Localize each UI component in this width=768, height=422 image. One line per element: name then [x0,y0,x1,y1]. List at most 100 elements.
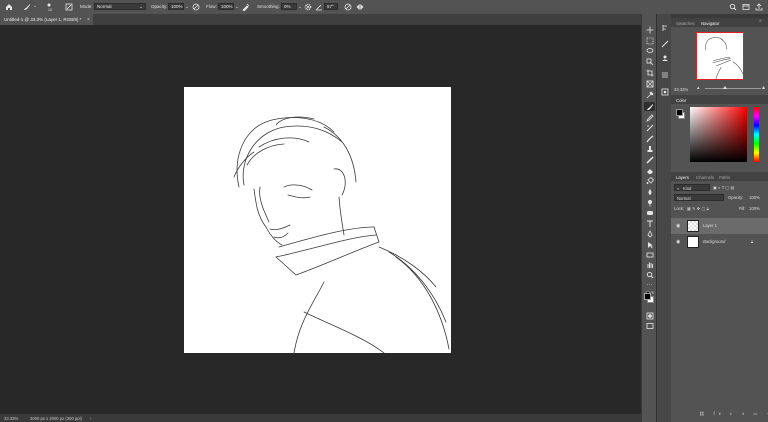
document-canvas[interactable] [184,87,451,354]
history-brush-tool-icon[interactable] [644,123,655,132]
foreground-color-swatch[interactable] [644,293,651,300]
pressure-size-icon[interactable] [343,2,353,12]
lock-icons[interactable]: ▦ ✎ ✥ ▢ 🔒︎ [687,206,709,211]
dodge-tool-icon[interactable] [644,198,655,207]
tab-channels[interactable]: Channels [696,175,714,180]
flow-field[interactable]: 100% [218,3,234,10]
adjustments-panel-icon[interactable] [659,70,670,79]
flow-value: 100% [221,4,233,9]
navigator-zoom-slider[interactable] [705,88,761,89]
chevron-down-icon: ⌄ [139,4,143,9]
sponge-tool-icon[interactable] [644,208,655,217]
layer-filter-select[interactable]: ⌕ Kind [674,184,710,191]
navigator-zoom[interactable]: 33.33% [674,87,688,92]
smoothing-value: 0% [284,4,291,9]
layer-opacity-value[interactable]: 100% [749,195,760,200]
brush-tool-icon[interactable] [22,2,32,12]
blend-mode-select[interactable]: Normal [674,194,724,201]
eye-icon[interactable]: ◉ [676,223,680,229]
panel-menu-icon[interactable]: ≡ [759,18,762,23]
properties-panel-icon[interactable] [659,53,670,62]
symmetry-icon[interactable] [355,2,365,12]
angle-icon[interactable] [314,2,324,12]
foreground-color-swatch[interactable] [676,109,683,116]
quick-mask-icon[interactable] [644,311,655,320]
layer-action-icons[interactable]: ⛓ fx ◐ ◑ ▭ ＋ 🗑︎ [699,411,768,417]
home-icon[interactable] [4,2,14,12]
libraries-panel-icon[interactable] [659,87,670,96]
tab-paths[interactable]: Paths [719,175,730,180]
history-panel-icon[interactable] [659,23,670,32]
layers-footer: ⛓ fx ◐ ◑ ▭ ＋ 🗑︎ [671,409,768,419]
mode-select[interactable]: Normal ⌄ [94,3,146,10]
zoom-in-icon[interactable]: ▴ [762,84,765,91]
healing-brush-tool-icon[interactable] [644,155,655,164]
navigator-panel-tabs: Swatches Navigator ≡ [671,18,768,27]
navigator-view-box[interactable] [696,32,744,80]
color-panel-tabs: Color [671,95,768,104]
layers-panel: ⌕ Kind ▣ ◐ T ▢ ▤ Normal Opacity: 100% Lo… [671,181,768,422]
object-selection-tool-icon[interactable] [644,57,655,66]
sketch-drawing [233,116,450,354]
workspace-icon[interactable] [741,2,751,12]
eye-icon[interactable]: ◉ [676,239,680,245]
fill-value[interactable]: 100% [749,206,760,211]
brush-size-value: 10 [48,8,52,12]
layer-name[interactable]: Layer 1 [703,223,717,228]
tab-layers[interactable]: Layers [676,175,689,180]
status-zoom[interactable]: 33.33% [4,416,18,421]
color-panel [671,104,768,180]
path-selection-tool-icon[interactable] [644,240,655,249]
mixer-brush-tool-icon[interactable] [644,134,655,143]
chevron-down-icon[interactable]: ⌄ [298,4,302,10]
pressure-opacity-icon[interactable] [191,2,201,12]
layer-row-layer-1[interactable]: ◉ Layer 1 [671,218,768,234]
chevron-down-icon[interactable]: ⌄ [185,4,189,10]
marquee-tool-icon[interactable] [644,36,655,45]
smoothing-field[interactable]: 0% [281,3,297,10]
zoom-tool-icon[interactable] [644,270,655,279]
tab-swatches[interactable]: Swatches [676,21,695,26]
crop-tool-icon[interactable] [644,68,655,77]
document-tab[interactable]: Untitled-1 @ 33.3% (Layer 1, RGB/8) * × [0,14,93,25]
lasso-tool-icon[interactable] [644,46,655,55]
color-swatches[interactable] [644,282,655,303]
close-tab-icon[interactable]: × [87,17,90,23]
type-tool-icon[interactable] [644,219,655,228]
chevron-down-icon[interactable]: ⌄ [235,4,239,10]
brushes-panel-icon[interactable] [659,39,670,48]
navigator-thumbnail[interactable] [696,32,744,80]
paint-bucket-tool-icon[interactable] [644,176,655,185]
gear-icon[interactable] [303,2,313,12]
filter-icons[interactable]: ▣ ◐ T ▢ ▤ [713,185,734,190]
brush-settings-icon[interactable] [64,2,74,12]
status-arrow-icon[interactable]: › [90,416,91,421]
angle-field[interactable]: 57° [324,3,338,10]
rectangle-tool-icon[interactable] [644,250,655,259]
tab-navigator[interactable]: Navigator [701,21,719,26]
eraser-tool-icon[interactable] [644,166,655,175]
pen-tool-icon[interactable] [644,229,655,238]
brush-tool-icon[interactable] [644,102,655,111]
zoom-slider-handle[interactable] [723,86,727,89]
eyedropper-tool-icon[interactable] [644,90,655,99]
tab-color[interactable]: Color [676,98,686,103]
hand-tool-icon[interactable] [644,260,655,269]
hue-slider[interactable] [754,107,759,162]
layer-name[interactable]: Background [703,239,725,244]
frame-tool-icon[interactable] [644,79,655,88]
share-icon[interactable] [754,2,764,12]
opacity-field[interactable]: 100% [168,3,184,10]
mode-label: Mode: [80,4,93,9]
dropdown-arrow-icon[interactable]: ⌄ [33,3,37,9]
search-icon[interactable] [728,2,738,12]
zoom-out-icon[interactable]: ▴ [697,85,700,91]
move-tool-icon[interactable] [644,25,655,34]
color-field[interactable] [690,107,747,162]
layer-row-background[interactable]: ◉ Background 🔒︎ [671,234,768,250]
airbrush-icon[interactable] [241,2,251,12]
pencil-tool-icon[interactable] [644,113,655,122]
blur-tool-icon[interactable] [644,187,655,196]
stamp-tool-icon[interactable] [644,144,655,153]
screen-mode-icon[interactable] [644,321,655,330]
